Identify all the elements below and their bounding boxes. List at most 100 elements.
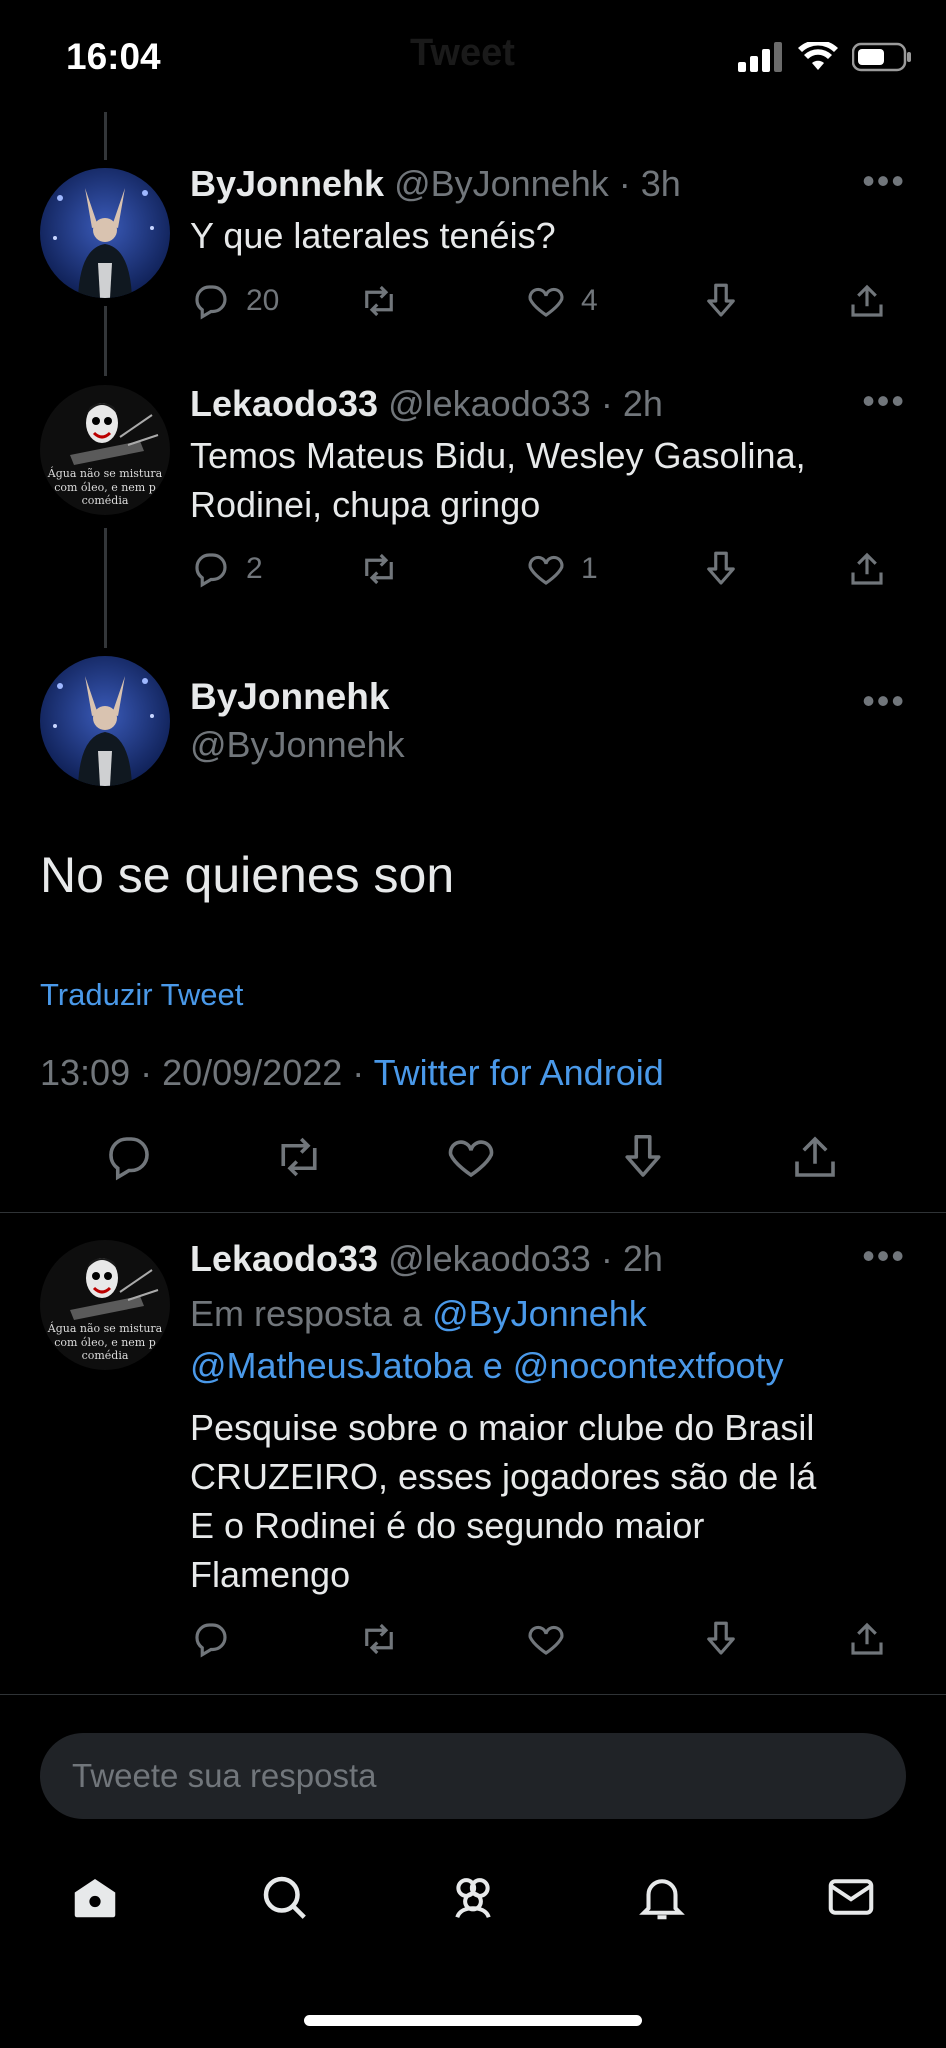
tweet-text-line: CRUZEIRO, esses jogadores são de lá xyxy=(190,1456,817,1497)
mention-link[interactable]: @ByJonnehk xyxy=(432,1293,647,1334)
reply-button[interactable] xyxy=(190,1618,232,1660)
avatar[interactable]: Água não se mistura com óleo, e nem p co… xyxy=(40,385,170,515)
more-icon[interactable]: ••• xyxy=(862,380,906,422)
main-tweet-text: No se quienes son xyxy=(40,847,455,903)
handle[interactable]: @ByJonnehk xyxy=(394,163,609,204)
notifications-icon xyxy=(639,1879,686,1920)
tab-home[interactable] xyxy=(68,1870,122,1929)
like-button[interactable] xyxy=(525,1618,567,1660)
avatar-caption: Água não se mistura xyxy=(47,466,163,480)
downvote-button[interactable] xyxy=(700,1618,742,1660)
handle[interactable]: @ByJonnehk xyxy=(190,724,405,766)
retweet-icon xyxy=(365,285,393,317)
down-arrow-icon xyxy=(707,1621,735,1655)
reply-icon xyxy=(195,553,227,588)
reply-input-placeholder: Tweete sua resposta xyxy=(72,1757,377,1794)
share-icon xyxy=(851,284,883,317)
status-time: 16:04 xyxy=(66,36,161,77)
avatar-caption: comédia xyxy=(82,494,129,507)
more-icon[interactable]: ••• xyxy=(862,1235,906,1277)
avatar[interactable] xyxy=(40,168,170,298)
downvote-button[interactable] xyxy=(700,548,742,590)
tab-messages[interactable] xyxy=(824,1870,878,1929)
downvote-button[interactable] xyxy=(700,280,742,322)
reply-icon xyxy=(195,285,227,320)
separator: · xyxy=(600,383,613,424)
more-icon[interactable]: ••• xyxy=(862,680,906,722)
share-button[interactable] xyxy=(846,280,888,322)
messages-icon xyxy=(829,1879,874,1915)
tweet-text: Y que laterales tenéis? xyxy=(190,215,556,256)
search-icon xyxy=(263,1876,306,1919)
in-reply-to-label: Em resposta a xyxy=(190,1293,423,1334)
main-actions xyxy=(0,1130,946,1190)
tab-search[interactable] xyxy=(257,1870,311,1929)
avatar[interactable]: Água não se mistura com óleo, e nem p co… xyxy=(40,1240,170,1370)
separator: · xyxy=(600,1238,613,1279)
tweet-timestamp: 13:09 · 20/09/2022 · xyxy=(40,1052,365,1093)
like-count: 1 xyxy=(581,552,598,585)
heart-icon[interactable] xyxy=(444,1130,498,1184)
cellular-signal-icon xyxy=(738,42,782,72)
heart-icon xyxy=(528,555,564,585)
tweet-header: Lekaodo33 @lekaodo33 · 2h xyxy=(190,1238,663,1280)
heart-icon xyxy=(528,287,564,317)
reply-count: 2 xyxy=(246,552,263,585)
tweet-text-line: Flamengo xyxy=(190,1554,351,1595)
more-icon[interactable]: ••• xyxy=(862,160,906,202)
handle[interactable]: @lekaodo33 xyxy=(388,1238,591,1279)
reply-button[interactable]: 20 xyxy=(190,280,279,322)
tweet-text: Temos Mateus Bidu, Wesley Gasolina, Rodi… xyxy=(190,431,806,529)
display-name[interactable]: Lekaodo33 xyxy=(190,1238,378,1279)
timestamp[interactable]: 2h xyxy=(623,1238,663,1279)
tab-notifications[interactable] xyxy=(635,1870,689,1929)
tab-communities[interactable] xyxy=(446,1870,500,1929)
tweet-header: ByJonnehk @ByJonnehk · 3h xyxy=(190,163,681,205)
display-name[interactable]: ByJonnehk xyxy=(190,163,384,204)
retweet-icon xyxy=(365,553,393,585)
share-icon xyxy=(851,1622,883,1655)
avatar[interactable] xyxy=(40,656,170,786)
retweet-button[interactable] xyxy=(358,1618,400,1660)
like-count: 4 xyxy=(581,284,598,317)
mention-link[interactable]: @nocontextfooty xyxy=(513,1345,784,1386)
reply-button[interactable]: 2 xyxy=(190,548,263,590)
tweet-text-line: Temos Mateus Bidu, Wesley Gasolina, xyxy=(190,435,806,476)
tweet-header: Lekaodo33 @lekaodo33 · 2h xyxy=(190,383,663,425)
avatar-caption: com óleo, e nem p xyxy=(54,1336,156,1349)
separator: · xyxy=(618,163,631,204)
reply-input[interactable]: Tweete sua resposta xyxy=(40,1733,906,1819)
translate-link[interactable]: Traduzir Tweet xyxy=(40,977,243,1013)
display-name[interactable]: Lekaodo33 xyxy=(190,383,378,424)
display-name[interactable]: ByJonnehk xyxy=(190,676,389,718)
tweet-meta: 13:09 · 20/09/2022 · Twitter for Android xyxy=(40,1052,664,1094)
share-button[interactable] xyxy=(846,548,888,590)
like-button[interactable]: 4 xyxy=(525,280,598,322)
mention-link[interactable]: @MatheusJatoba xyxy=(190,1345,473,1386)
retweet-button[interactable] xyxy=(358,280,400,322)
timestamp[interactable]: 2h xyxy=(623,383,663,424)
share-button[interactable] xyxy=(846,1618,888,1660)
reply-context: Em resposta a @ByJonnehk @MatheusJatoba … xyxy=(190,1288,890,1392)
thread-line xyxy=(104,306,107,376)
source-link[interactable]: Twitter for Android xyxy=(374,1052,664,1093)
tweet-text-line: Pesquise sobre o maior clube do Brasil xyxy=(190,1407,815,1448)
home-icon xyxy=(74,1879,115,1918)
down-arrow-icon[interactable] xyxy=(616,1130,670,1184)
battery-icon xyxy=(852,42,911,72)
reply-icon xyxy=(195,1623,227,1658)
share-icon[interactable] xyxy=(788,1130,842,1184)
header-title: Tweet xyxy=(410,32,515,74)
like-button[interactable]: 1 xyxy=(525,548,598,590)
heart-icon xyxy=(528,1625,564,1655)
timestamp[interactable]: 3h xyxy=(641,163,681,204)
retweet-icon[interactable] xyxy=(272,1130,326,1184)
handle[interactable]: @lekaodo33 xyxy=(388,383,591,424)
thread-line xyxy=(104,112,107,160)
reply-icon[interactable] xyxy=(102,1130,156,1184)
reply-count: 20 xyxy=(246,284,280,317)
retweet-button[interactable] xyxy=(358,548,400,590)
avatar-caption: com óleo, e nem p xyxy=(54,481,156,494)
down-arrow-icon xyxy=(707,551,735,585)
retweet-icon xyxy=(365,1623,393,1655)
